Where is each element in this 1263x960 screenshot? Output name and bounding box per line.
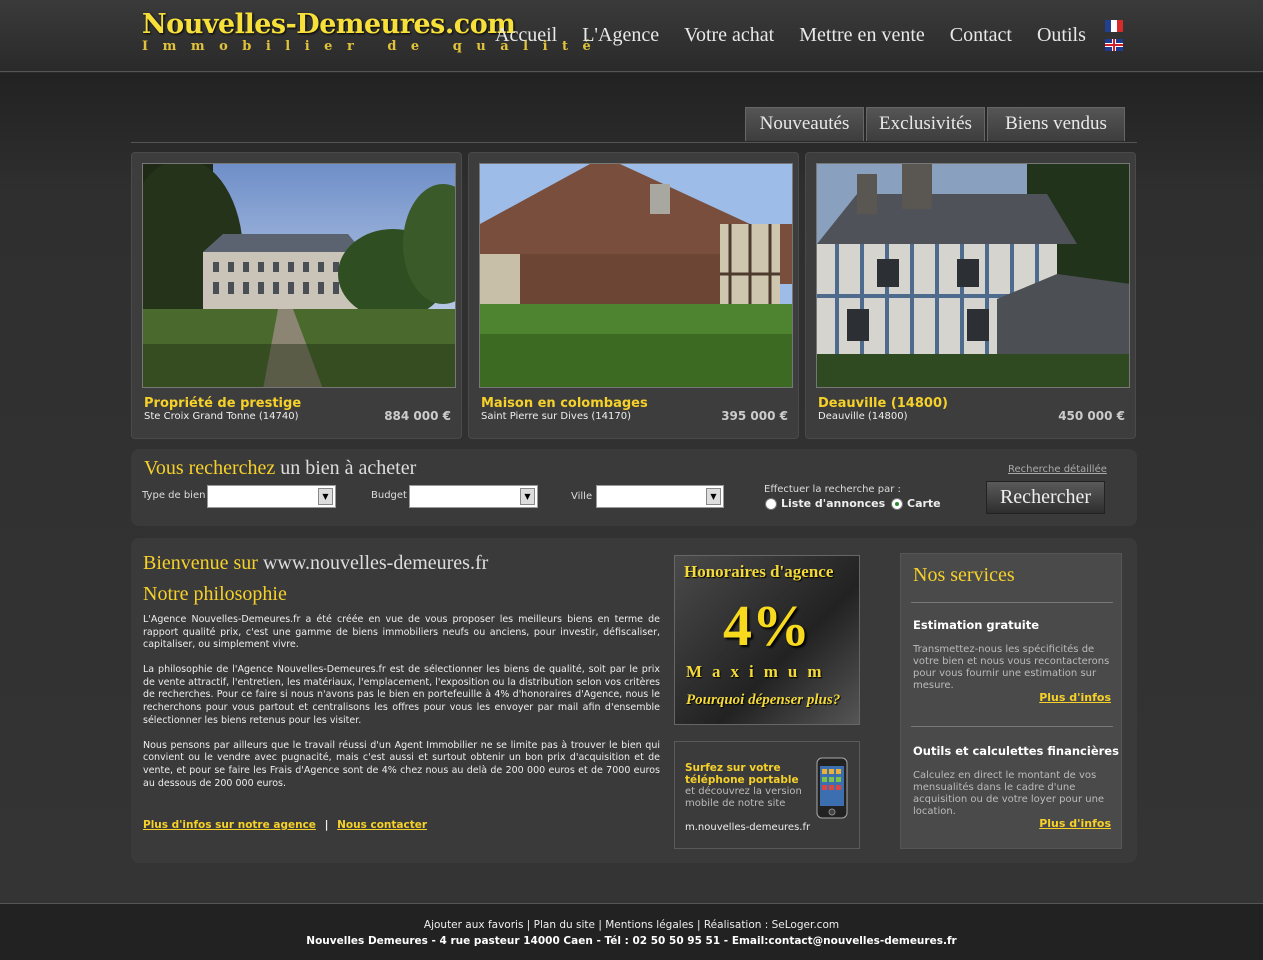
footer-legal-link[interactable]: Mentions légales (605, 919, 693, 931)
listing-card[interactable]: Maison en colombages Saint Pierre sur Di… (468, 152, 799, 439)
listing-price: 450 000 € (1058, 409, 1125, 423)
radio-map-option[interactable]: Carte (891, 497, 941, 510)
welcome-links: Plus d'infos sur notre agence | Nous con… (143, 819, 427, 831)
ville-select[interactable]: ▼ (596, 485, 724, 508)
divider (911, 602, 1113, 603)
philosophy-title: Notre philosophie (143, 583, 287, 605)
promo-line-1: Honoraires d'agence (684, 562, 834, 581)
mobile-url[interactable]: m.nouvelles-demeures.fr (685, 822, 810, 833)
service-title: Outils et calculettes financières (913, 744, 1119, 758)
nav-accueil[interactable]: Accueil (495, 24, 557, 47)
service-text: Calculez en direct le montant de vos men… (913, 770, 1105, 817)
fees-promo-banner[interactable]: Honoraires d'agence 4% Maximum Pourquoi … (674, 555, 860, 725)
mobile-site-promo[interactable]: Surfez sur votre téléphone portable et d… (674, 741, 860, 849)
paragraph: La philosophie de l'Agence Nouvelles-Dem… (143, 664, 660, 726)
nav-votre-achat[interactable]: Votre achat (684, 24, 774, 47)
search-title-rest: un bien à acheter (280, 457, 417, 479)
services-title: Nos services (913, 564, 1015, 586)
philosophy-text: L'Agence Nouvelles-Demeures.fr a été cré… (143, 614, 660, 803)
budget-select[interactable]: ▼ (409, 485, 538, 508)
radio-list-option[interactable]: Liste d'annonces (765, 497, 885, 510)
radio-map-label[interactable]: Carte (907, 497, 941, 510)
listing-price: 395 000 € (721, 409, 788, 423)
agency-info-link[interactable]: Plus d'infos sur notre agence (143, 819, 316, 831)
service-text: Transmettez-nous les spécificités de vot… (913, 644, 1110, 691)
footer-links: Ajouter aux favoris | Plan du site | Men… (0, 919, 1263, 931)
french-flag-icon[interactable] (1105, 20, 1123, 32)
nav-contact[interactable]: Contact (950, 24, 1012, 47)
mobile-text: et découvrez la version mobile de notre … (685, 786, 802, 809)
tab-exclusivites[interactable]: Exclusivités (866, 107, 985, 141)
listing-location: Saint Pierre sur Dives (14170) (481, 411, 631, 422)
listing-photo[interactable] (142, 163, 456, 388)
main-nav: Accueil L'Agence Votre achat Mettre en v… (495, 24, 1111, 47)
footer: Ajouter aux favoris | Plan du site | Men… (0, 903, 1263, 960)
footer-separator: | (526, 919, 534, 931)
budget-label: Budget (371, 490, 407, 501)
radio-list[interactable] (765, 497, 777, 510)
search-by-label: Effectuer la recherche par : (764, 484, 901, 495)
footer-separator: | (696, 919, 704, 931)
listing-photo[interactable] (816, 163, 1130, 388)
paragraph: Nous pensons par ailleurs que le travail… (143, 739, 660, 789)
welcome-title: Bienvenue sur www.nouvelles-demeures.fr (143, 552, 488, 575)
mobile-title: Surfez sur votre téléphone portable (685, 762, 799, 786)
listing-title[interactable]: Maison en colombages (481, 396, 648, 411)
listing-tabs: Nouveautés Exclusivités Biens vendus (745, 107, 1125, 141)
chevron-down-icon[interactable]: ▼ (520, 488, 535, 505)
service-title: Estimation gratuite (913, 618, 1040, 632)
footer-favorites-link[interactable]: Ajouter aux favoris (424, 919, 524, 931)
uk-flag-icon[interactable] (1105, 39, 1123, 51)
footer-sitemap-link[interactable]: Plan du site (534, 919, 595, 931)
language-switcher (1105, 20, 1123, 58)
chevron-down-icon[interactable]: ▼ (318, 488, 333, 505)
radio-list-label[interactable]: Liste d'annonces (781, 497, 885, 510)
tabs-divider (131, 142, 1137, 143)
footer-address: Nouvelles Demeures - 4 rue pasteur 14000… (306, 935, 957, 947)
listing-card[interactable]: Propriété de prestige Ste Croix Grand To… (131, 152, 462, 439)
promo-line-3: Maximum (686, 662, 832, 681)
header: Nouvelles-Demeures.com Immobilier de qua… (0, 0, 1263, 72)
ville-label: Ville (571, 491, 593, 502)
listing-title[interactable]: Deauville (14800) (818, 396, 948, 411)
type-label: Type de bien (142, 490, 206, 501)
listing-location: Ste Croix Grand Tonne (14740) (144, 411, 299, 422)
service-more-link[interactable]: Plus d'infos (1039, 817, 1111, 830)
search-title: Vous recherchez un bien à acheter (144, 457, 416, 480)
featured-listings: Propriété de prestige Ste Croix Grand To… (131, 152, 1137, 439)
tab-nouveautes[interactable]: Nouveautés (745, 107, 864, 141)
service-more-link[interactable]: Plus d'infos (1039, 691, 1111, 704)
nav-outils[interactable]: Outils (1037, 24, 1086, 47)
services-panel: Nos services Estimation gratuite Transme… (900, 553, 1122, 849)
tab-biens-vendus[interactable]: Biens vendus (987, 107, 1125, 141)
search-title-highlight: Vous recherchez (144, 457, 276, 479)
advanced-search-link[interactable]: Recherche détaillée (1008, 464, 1107, 475)
promo-line-4: Pourquoi dépenser plus? (686, 692, 841, 708)
welcome-title-highlight: Bienvenue sur (143, 552, 258, 574)
link-separator: | (324, 819, 329, 831)
smartphone-icon (816, 757, 848, 819)
listing-price: 884 000 € (384, 409, 451, 423)
contact-link[interactable]: Nous contacter (337, 819, 427, 831)
nav-mettre-en-vente[interactable]: Mettre en vente (799, 24, 925, 47)
radio-map[interactable] (891, 497, 903, 510)
promo-percent: 4% (723, 593, 810, 658)
welcome-title-rest: www.nouvelles-demeures.fr (262, 552, 489, 574)
search-button[interactable]: Rechercher (986, 481, 1105, 514)
listing-title[interactable]: Propriété de prestige (144, 396, 301, 411)
footer-credit-link[interactable]: Réalisation : SeLoger.com (704, 919, 839, 931)
chevron-down-icon[interactable]: ▼ (706, 488, 721, 505)
type-select[interactable]: ▼ (207, 485, 336, 508)
paragraph: L'Agence Nouvelles-Demeures.fr a été cré… (143, 614, 660, 651)
search-panel: Vous recherchez un bien à acheter Type d… (131, 449, 1137, 526)
welcome-panel: Bienvenue sur www.nouvelles-demeures.fr … (131, 538, 1137, 863)
listing-location: Deauville (14800) (818, 411, 908, 422)
divider (911, 726, 1113, 727)
listing-card[interactable]: Deauville (14800) Deauville (14800) 450 … (805, 152, 1136, 439)
nav-agence[interactable]: L'Agence (582, 24, 659, 47)
listing-photo[interactable] (479, 163, 793, 388)
